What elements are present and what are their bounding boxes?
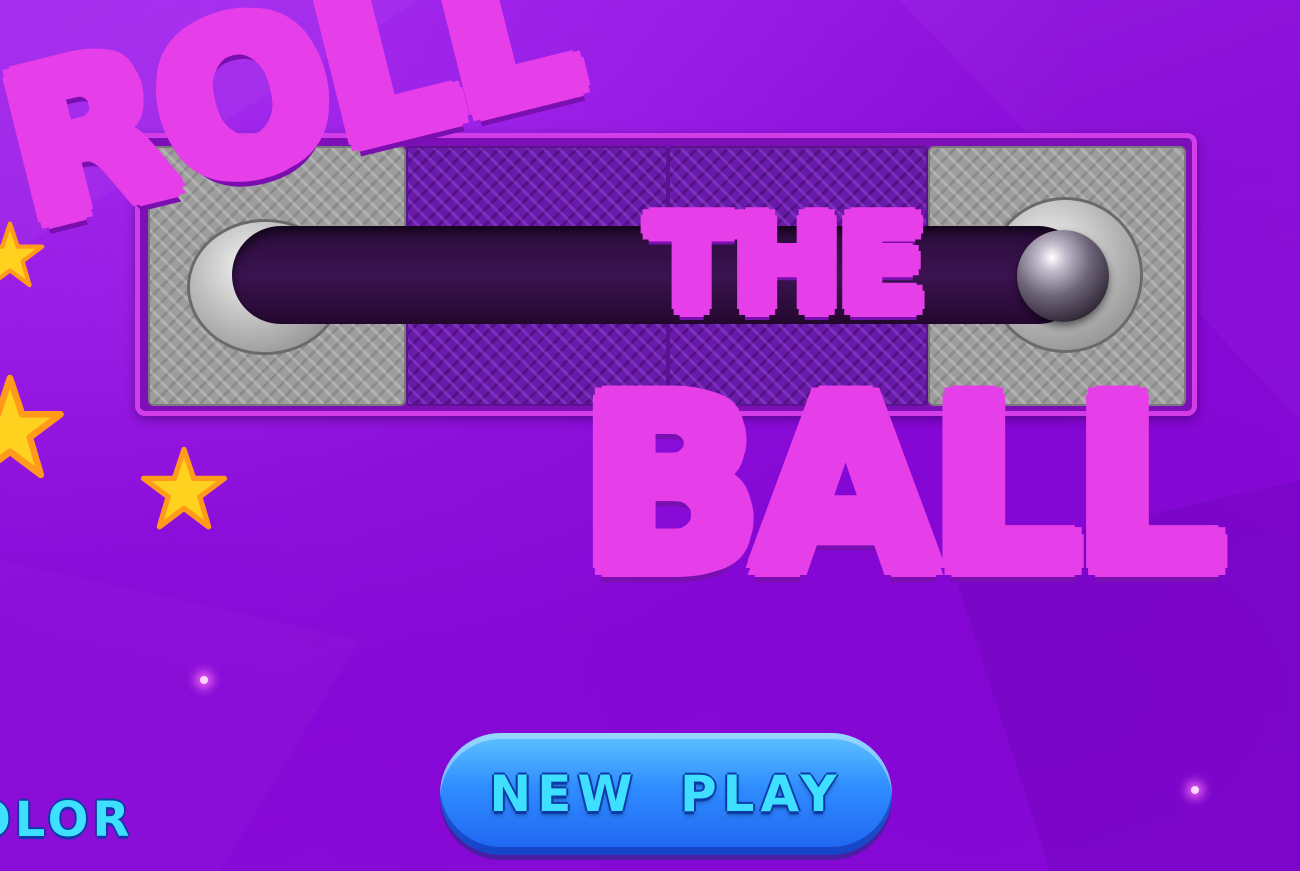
sparkle-icon bbox=[200, 676, 208, 684]
new-play-label: NEW PLAY bbox=[489, 765, 843, 823]
title-ball: BALL bbox=[580, 348, 1225, 625]
steel-ball-icon bbox=[1017, 230, 1109, 322]
star-icon bbox=[0, 374, 64, 479]
star-icon bbox=[140, 446, 228, 530]
color-button[interactable]: OLOR bbox=[0, 792, 133, 848]
sparkle-icon bbox=[1191, 786, 1199, 794]
new-play-button[interactable]: NEW PLAY bbox=[440, 733, 892, 855]
title-the: THE bbox=[648, 191, 926, 340]
star-icon bbox=[0, 221, 45, 288]
